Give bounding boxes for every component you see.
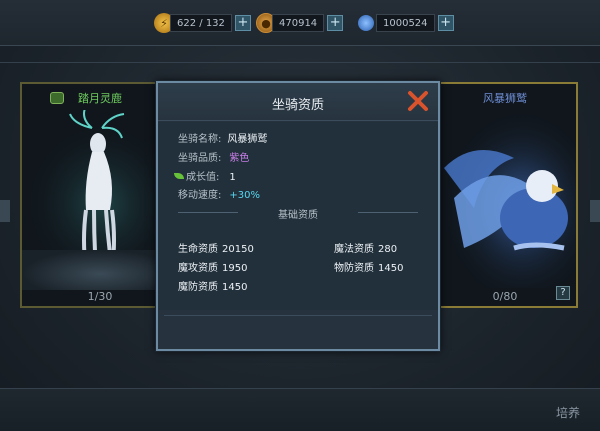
hp-aptitude: 生命资质 20150	[178, 244, 254, 255]
magic-aptitude: 魔法资质 280	[334, 244, 398, 255]
mount-name-value: 风暴狮鹫	[227, 134, 268, 145]
dialog-header: 坐骑资质	[158, 83, 438, 121]
dialog-footer	[164, 315, 432, 343]
mount-aptitude-dialog: 坐骑资质 坐骑名称: 风暴狮鹫 坐骑品质: 紫色 成长值: 1 移动速度: +30% 基…	[156, 81, 440, 351]
dialog-title: 坐骑资质	[271, 98, 324, 113]
speed-row: 移动速度: +30%	[178, 186, 260, 201]
prev-arrow-icon[interactable]	[0, 200, 10, 222]
bottom-bar	[0, 388, 600, 431]
gem-resource: 1000524 +	[354, 11, 454, 35]
mount-card-count: 1/30	[87, 290, 113, 303]
add-energy-button[interactable]: +	[234, 15, 251, 31]
mount-card-title: 踏月灵鹿	[78, 92, 122, 105]
quality-row: 坐骑品质: 紫色	[178, 149, 249, 164]
growth-value: 1	[229, 172, 236, 183]
griffin-mount-image	[434, 108, 576, 288]
base-aptitude-heading: 基础资质	[278, 210, 318, 221]
quality-label: 坐骑品质:	[178, 153, 222, 164]
speed-label: 移动速度:	[178, 190, 222, 201]
speed-value: +30%	[229, 190, 260, 201]
mount-card-griffin[interactable]: 风暴狮鹫 0/80 ?	[432, 82, 578, 308]
mount-card-count: 0/80	[492, 290, 518, 303]
next-arrow-icon[interactable]	[590, 200, 600, 222]
gold-resource: ● 470914 +	[256, 13, 344, 33]
magic-attack-aptitude: 魔攻资质 1950	[178, 263, 248, 274]
close-icon[interactable]	[406, 89, 430, 113]
add-gem-button[interactable]: +	[437, 15, 454, 31]
quality-value: 紫色	[229, 153, 250, 164]
magic-defense-aptitude: 魔防资质 1450	[178, 282, 248, 293]
mount-card-title: 风暴狮鹫	[483, 92, 527, 105]
energy-value: 622 / 132	[170, 14, 232, 32]
gem-icon	[354, 11, 378, 35]
foster-button[interactable]: 培养	[556, 404, 580, 421]
mount-name-row: 坐骑名称: 风暴狮鹫	[178, 130, 267, 145]
mount-name-label: 坐骑名称:	[178, 134, 222, 145]
growth-label: 成长值:	[186, 172, 220, 183]
card-pedestal	[22, 250, 178, 290]
add-gold-button[interactable]: +	[327, 15, 344, 31]
physical-defense-aptitude: 物防资质 1450	[334, 263, 404, 274]
dialog-body: 坐骑名称: 风暴狮鹫 坐骑品质: 紫色 成长值: 1 移动速度: +30% 基础资质 生…	[158, 122, 438, 310]
gold-value: 470914	[272, 14, 325, 32]
help-button[interactable]: ?	[556, 286, 570, 300]
base-aptitude-divider: 基础资质	[178, 206, 418, 221]
leaf-icon	[174, 173, 184, 179]
gem-value: 1000524	[376, 14, 435, 32]
growth-row: 成长值: 1	[174, 168, 236, 183]
energy-resource: ⚡ 622 / 132 +	[154, 13, 251, 33]
frame-line	[0, 62, 600, 63]
